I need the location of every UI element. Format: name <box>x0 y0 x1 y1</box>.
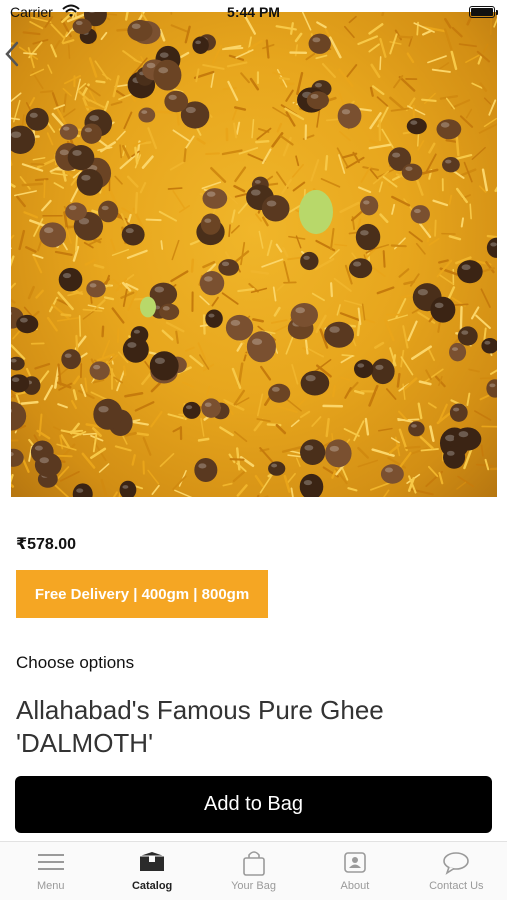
tab-catalog[interactable]: Catalog <box>101 842 202 900</box>
tab-contact-us[interactable]: Contact Us <box>406 842 507 900</box>
tab-your-bag[interactable]: Your Bag <box>203 842 304 900</box>
product-image <box>11 12 497 497</box>
delivery-badge-text: Free Delivery | 400gm | 800gm <box>34 585 250 603</box>
status-time: 5:44 PM <box>227 4 280 20</box>
tab-label: Your Bag <box>231 880 276 892</box>
delivery-badge: Free Delivery | 400gm | 800gm <box>16 570 268 618</box>
bag-icon <box>242 851 265 876</box>
tab-label: Contact Us <box>429 880 484 892</box>
tab-about[interactable]: About <box>304 842 405 900</box>
about-icon <box>344 852 366 873</box>
tab-menu[interactable]: Menu <box>0 842 101 900</box>
tab-label: Catalog <box>131 880 173 892</box>
tab-bar: Menu Catalog Your Bag About Contact Us <box>0 841 507 900</box>
battery-icon <box>469 6 498 18</box>
catalog-icon <box>140 852 165 871</box>
contact-icon <box>443 852 470 875</box>
product-price: ₹578.00 <box>16 536 77 553</box>
status-bar: Carrier 5:44 PM <box>0 0 507 24</box>
tab-label: About <box>340 880 370 892</box>
choose-options-link[interactable]: Choose options <box>16 653 134 673</box>
product-title: Allahabad's Famous Pure Ghee 'DALMOTH' <box>16 695 384 758</box>
back-icon[interactable] <box>4 40 20 68</box>
food-image-illustration <box>11 12 497 497</box>
menu-icon <box>37 854 64 870</box>
add-to-bag-button[interactable]: Add to Bag <box>15 776 492 833</box>
tab-label: Menu <box>36 880 65 892</box>
